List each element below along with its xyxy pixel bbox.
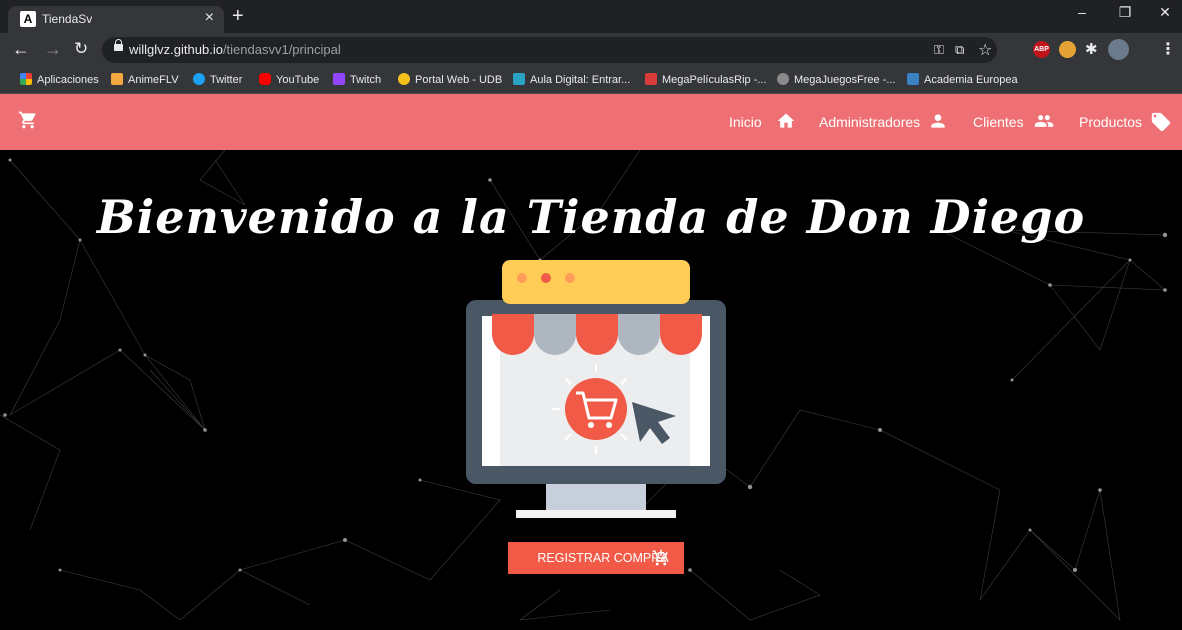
url-text: willglvz.github.io/tiendasvv1/principal xyxy=(129,42,341,57)
storefront-illustration xyxy=(466,260,726,518)
site-navbar: Inicio Administradores Clientes Producto… xyxy=(0,94,1182,150)
bookmark-twitch[interactable]: Twitch xyxy=(333,73,381,86)
bookmark-youtube[interactable]: YouTube xyxy=(259,73,319,86)
bookmark-label: Twitch xyxy=(350,74,382,86)
cta-label: REGISTRAR COMPRA xyxy=(537,551,669,565)
bookmark-label: Portal Web - UDB xyxy=(415,74,503,86)
nav-administradores[interactable]: Administradores xyxy=(819,114,945,130)
nav-label: Clientes xyxy=(973,114,1024,130)
aula-digital-icon xyxy=(513,73,525,85)
users-icon xyxy=(1034,115,1054,127)
browser-tab[interactable]: A TiendaSv × xyxy=(8,6,224,33)
bookmark-megajuegos[interactable]: MegaJuegosFree -... xyxy=(777,73,896,86)
apps-grid-icon xyxy=(20,73,32,85)
nav-clientes[interactable]: Clientes xyxy=(973,114,1054,130)
megapeliculas-icon xyxy=(645,73,657,85)
bookmark-academia[interactable]: Academia Europea xyxy=(907,73,1018,86)
youtube-icon xyxy=(259,73,271,85)
cart-logo-icon[interactable] xyxy=(18,110,38,135)
restore-icon[interactable]: ❐ xyxy=(1105,4,1145,21)
animeflv-icon xyxy=(111,73,123,85)
nav-label: Inicio xyxy=(729,114,762,130)
hero-title: Bienvenido a la Tienda de Don Diego xyxy=(96,190,1086,244)
new-tab-icon[interactable]: + xyxy=(232,6,244,26)
twitter-icon xyxy=(193,73,205,85)
bookmark-label: Twitter xyxy=(210,74,243,86)
close-window-icon[interactable]: ✕ xyxy=(1145,4,1182,21)
address-bar[interactable]: willglvz.github.io/tiendasvv1/principal … xyxy=(102,37,997,63)
extension-icon[interactable] xyxy=(1059,41,1076,58)
browser-tab-strip: A TiendaSv × + – ❐ ✕ xyxy=(0,0,1182,33)
nav-inicio[interactable]: Inicio xyxy=(729,113,795,130)
megajuegos-icon xyxy=(777,73,789,85)
udb-icon xyxy=(398,73,410,85)
bookmark-animeflv[interactable]: AnimeFLV xyxy=(111,73,179,86)
puzzle-icon[interactable]: ✱ xyxy=(1085,40,1098,58)
key-icon[interactable]: ⚿ xyxy=(934,42,944,58)
minimize-icon[interactable]: – xyxy=(1062,4,1102,20)
bookmark-label: AnimeFLV xyxy=(128,74,179,86)
bookmark-label: Aula Digital: Entrar... xyxy=(530,74,631,86)
home-icon xyxy=(777,113,795,128)
tag-icon xyxy=(1151,112,1171,132)
translate-icon[interactable]: ⧉ xyxy=(955,42,964,58)
bookmark-label: MegaJuegosFree -... xyxy=(794,74,896,86)
url-path: /tiendasvv1/principal xyxy=(222,42,341,57)
nav-label: Productos xyxy=(1079,114,1143,130)
url-host: willglvz.github.io xyxy=(129,42,223,57)
back-icon[interactable]: ← xyxy=(12,39,30,59)
browser-toolbar: ← → ↻ willglvz.github.io/tiendasvv1/prin… xyxy=(0,33,1182,66)
reload-icon[interactable]: ↻ xyxy=(74,39,88,59)
user-icon xyxy=(931,114,945,128)
bookmark-star-icon[interactable]: ☆ xyxy=(978,40,992,60)
bookmark-label: MegaPelículasRip -... xyxy=(662,74,767,86)
twitch-icon xyxy=(333,73,345,85)
add-cart-icon xyxy=(652,549,668,566)
bookmark-aplicaciones[interactable]: Aplicaciones xyxy=(20,73,99,86)
nav-productos[interactable]: Productos xyxy=(1079,112,1171,132)
tab-title: TiendaSv xyxy=(42,12,93,26)
bookmark-label: Aplicaciones xyxy=(37,74,99,86)
register-purchase-button[interactable]: REGISTRAR COMPRA xyxy=(508,542,684,574)
bookmark-label: YouTube xyxy=(276,74,320,86)
bookmark-twitter[interactable]: Twitter xyxy=(193,73,242,86)
bookmarks-bar: Aplicaciones AnimeFLV Twitter YouTube Tw… xyxy=(0,66,1182,94)
bookmark-udb[interactable]: Portal Web - UDB xyxy=(398,73,502,86)
academia-icon xyxy=(907,73,919,85)
lock-icon xyxy=(114,39,123,51)
adblock-plus-icon[interactable]: ABP xyxy=(1033,41,1050,58)
bookmark-label: Academia Europea xyxy=(924,74,1018,86)
avatar[interactable] xyxy=(1108,39,1129,60)
forward-icon[interactable]: → xyxy=(44,39,62,59)
bookmark-aula-digital[interactable]: Aula Digital: Entrar... xyxy=(513,73,630,86)
menu-icon[interactable]: ⋮ xyxy=(1160,39,1176,59)
hero-section: Bienvenido a la Tienda de Don Diego REGI… xyxy=(0,150,1182,630)
tab-favicon-icon: A xyxy=(20,11,36,27)
bookmark-megapeliculas[interactable]: MegaPelículasRip -... xyxy=(645,73,767,86)
tab-close-icon[interactable]: × xyxy=(205,9,214,27)
nav-label: Administradores xyxy=(819,114,921,130)
